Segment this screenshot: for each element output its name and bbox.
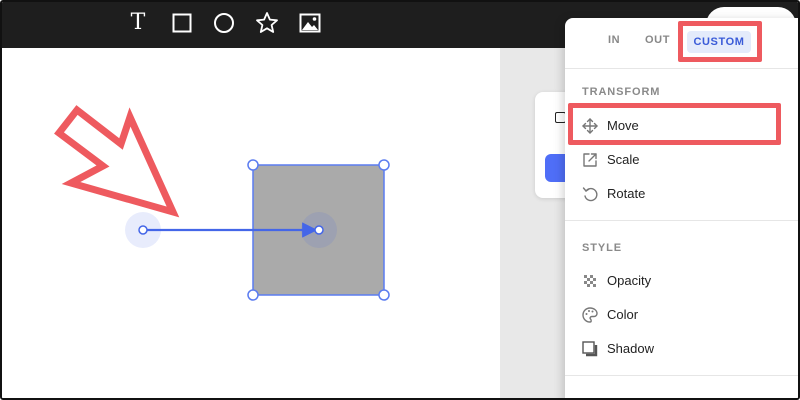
palette-icon — [582, 307, 598, 323]
menu-item-shadow[interactable]: Shadow — [565, 332, 798, 366]
resize-handle-bottom-right[interactable] — [378, 289, 390, 301]
scale-icon — [583, 153, 597, 167]
divider — [565, 375, 798, 376]
resize-handle-top-left[interactable] — [247, 159, 259, 171]
rotate-icon — [582, 187, 598, 202]
annotation-arrow — [54, 105, 180, 218]
divider — [565, 220, 798, 221]
menu-item-opacity[interactable]: Opacity — [565, 264, 798, 298]
menu-item-rotate[interactable]: Rotate — [565, 177, 798, 211]
motion-end-point[interactable] — [314, 225, 324, 235]
app-frame: T IN OUT CUSTOM TRANSFORM Move Scale Rot… — [0, 0, 800, 400]
divider — [565, 68, 798, 69]
opacity-icon — [584, 275, 596, 287]
shadow-icon — [582, 341, 598, 357]
menu-item-label: Color — [607, 307, 639, 322]
tab-out[interactable]: OUT — [645, 34, 670, 46]
animation-menu: IN OUT CUSTOM TRANSFORM Move Scale Rotat… — [565, 18, 798, 398]
menu-item-label: Rotate — [607, 186, 646, 201]
menu-item-label: Opacity — [607, 273, 652, 288]
motion-start-point[interactable] — [138, 225, 148, 235]
menu-item-color[interactable]: Color — [565, 298, 798, 332]
style-heading: STYLE — [582, 242, 622, 254]
resize-handle-bottom-left[interactable] — [247, 289, 259, 301]
tab-in[interactable]: IN — [608, 34, 620, 46]
menu-item-scale[interactable]: Scale — [565, 143, 798, 177]
menu-item-label: Scale — [607, 152, 640, 167]
menu-item-label: Shadow — [607, 341, 654, 356]
animation-tabs: IN OUT CUSTOM — [565, 18, 798, 64]
move-item-highlight — [568, 103, 781, 145]
custom-tab-highlight — [678, 21, 762, 62]
transform-heading: TRANSFORM — [582, 86, 661, 98]
resize-handle-top-right[interactable] — [378, 159, 390, 171]
